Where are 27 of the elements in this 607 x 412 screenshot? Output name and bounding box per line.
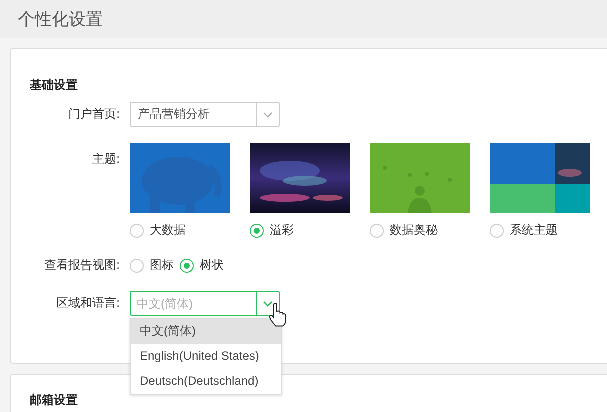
radio-button[interactable] — [250, 224, 264, 238]
page-title: 个性化设置 — [18, 8, 103, 30]
radio-label: 图标 — [150, 257, 174, 274]
chevron-down-icon — [263, 300, 273, 306]
section-title: 基础设置 — [30, 77, 79, 93]
language-input[interactable]: 中文(简体) — [131, 293, 256, 314]
field-label: 查看报告视图: — [44, 257, 120, 274]
field-label: 区域和语言: — [56, 295, 120, 312]
radio-button[interactable] — [130, 258, 144, 272]
radio-label: 大数据 — [150, 222, 186, 239]
radio-button[interactable] — [490, 224, 504, 238]
radio-button[interactable] — [370, 224, 384, 238]
radio-label: 系统主题 — [510, 222, 558, 239]
language-select[interactable]: 中文(简体) — [130, 291, 280, 316]
portal-select[interactable]: 产品营销分析 — [130, 102, 280, 127]
dropdown-option[interactable]: Deutsch(Deutschland) — [131, 369, 281, 394]
dropdown-option[interactable]: 中文(简体) — [131, 319, 281, 344]
section-title: 邮箱设置 — [30, 392, 79, 408]
radio-button[interactable] — [130, 224, 144, 238]
field-label: 主题: — [92, 151, 120, 168]
radio-label: 溢彩 — [270, 222, 294, 239]
radio-button[interactable] — [180, 258, 194, 272]
dropdown-option[interactable]: English(United States) — [131, 344, 281, 369]
radio-label: 树状 — [200, 257, 224, 274]
field-label: 门户首页: — [68, 106, 120, 123]
radio-label: 数据奥秘 — [390, 222, 438, 239]
chevron-down-icon — [263, 112, 273, 118]
